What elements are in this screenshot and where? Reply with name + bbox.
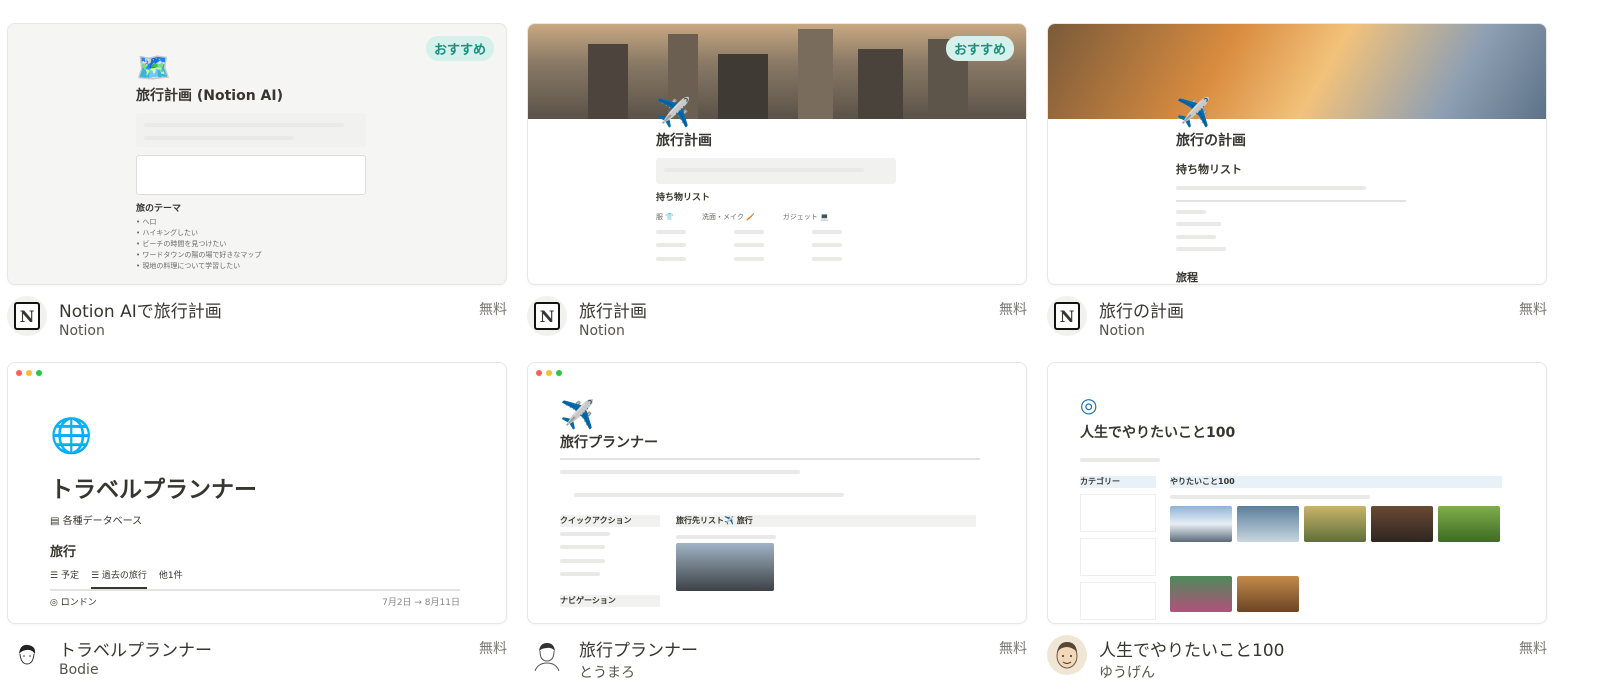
template-thumbnail[interactable]: ✈️ 旅行プランナー クイックアクション ナビゲーション 旅行先リスト✈️ 旅行 — [527, 362, 1027, 624]
preview-heading: 旅行計画 (Notion AI) — [136, 88, 283, 104]
preview-sidebar: クイックアクション ナビゲーション — [560, 515, 660, 608]
author-avatar — [527, 635, 567, 675]
template-card[interactable]: ✈️ 旅行プランナー クイックアクション ナビゲーション 旅行先リスト✈️ 旅行 — [527, 362, 1027, 692]
preview-sidebar: カテゴリー — [1080, 475, 1156, 620]
preview-callout — [656, 158, 896, 184]
template-card[interactable]: ◎ 人生でやりたいこと100 カテゴリー やりたいこと100 人生でやりたいこと… — [1047, 362, 1547, 692]
template-title[interactable]: 旅行計画 — [579, 297, 647, 322]
preview-tabs: ☰ 予定 ☰ 過去の旅行 他1件 — [50, 570, 460, 589]
preview-document: ✈️ 旅行計画 持ち物リスト 服 👕 洗面・メイク 🪥 ガジェット 💻 — [656, 99, 896, 267]
city-photo — [676, 543, 774, 591]
preview-columns: 服 👕 洗面・メイク 🪥 ガジェット 💻 — [656, 212, 829, 221]
preview-heading: トラベルプランナー — [50, 477, 257, 503]
preview-document: 🌐 トラベルプランナー ▤ 各種データベース 旅行 ☰ 予定 ☰ 過去の旅行 他… — [50, 419, 460, 610]
preview-section: 旅行 — [50, 544, 77, 560]
globe-icon: 🌐 — [50, 416, 93, 456]
template-meta: N 旅行計画 Notion 無料 — [527, 293, 1027, 353]
writing-photo — [1237, 575, 1299, 612]
template-meta: トラベルプランナー Bodie 無料 — [7, 632, 507, 692]
template-price: 無料 — [999, 302, 1027, 318]
person-sketch-icon — [534, 643, 560, 672]
preview-document: ✈️ 旅行プランナー クイックアクション ナビゲーション 旅行先リスト✈️ 旅行 — [560, 398, 980, 623]
window-controls — [16, 370, 42, 376]
preview-heading: 旅行計画 — [656, 133, 712, 149]
template-author: ゆうげん — [1099, 665, 1155, 681]
template-price: 無料 — [1519, 302, 1547, 318]
template-author: Notion — [579, 323, 625, 339]
template-card[interactable]: おすすめ 🗺️ 旅行計画 (Notion AI) 旅のテーマ • ヘ口 • ハイ… — [7, 23, 507, 353]
template-title[interactable]: 旅行の計画 — [1099, 297, 1184, 322]
preview-section: 旅のテーマ — [136, 204, 182, 214]
template-price: 無料 — [479, 641, 507, 657]
preview-document: ◎ 人生でやりたいこと100 カテゴリー やりたいこと100 — [1080, 393, 1510, 623]
template-gallery: おすすめ 🗺️ 旅行計画 (Notion AI) 旅のテーマ • ヘ口 • ハイ… — [0, 0, 1600, 688]
airplane-icon: ✈️ — [1176, 96, 1211, 129]
person-sketch-icon — [19, 644, 36, 665]
template-price: 無料 — [1519, 641, 1547, 657]
golf-photo — [1438, 505, 1500, 542]
preview-document: 🗺️ 旅行計画 (Notion AI) 旅のテーマ • ヘ口 • ハイキングした… — [136, 54, 366, 272]
airplane-wing-photo — [1237, 505, 1299, 542]
preview-gallery: やりたいこと100 — [1170, 475, 1502, 612]
template-thumbnail[interactable]: ✈️ 旅行の計画 持ち物リスト 旅程 — [1047, 23, 1547, 285]
recommended-badge: おすすめ — [945, 36, 1014, 61]
template-title[interactable]: Notion AIで旅行計画 — [59, 297, 222, 322]
template-thumbnail[interactable]: おすすめ 🗺️ 旅行計画 (Notion AI) 旅のテーマ • ヘ口 • ハイ… — [7, 23, 507, 285]
preview-block — [136, 155, 366, 195]
template-thumbnail[interactable]: ◎ 人生でやりたいこと100 カテゴリー やりたいこと100 — [1047, 362, 1547, 624]
festival-photo — [1304, 505, 1366, 542]
template-title[interactable]: 人生でやりたいこと100 — [1099, 636, 1284, 661]
template-meta: 人生でやりたいこと100 ゆうげん 無料 — [1047, 632, 1547, 692]
window-controls — [536, 370, 562, 376]
map-icon: 🗺️ — [136, 51, 171, 84]
template-author: Notion — [1099, 323, 1145, 339]
preview-heading: 旅行の計画 — [1176, 133, 1246, 149]
template-thumbnail[interactable]: 🌐 トラベルプランナー ▤ 各種データベース 旅行 ☰ 予定 ☰ 過去の旅行 他… — [7, 362, 507, 624]
airplane-icon: ✈️ — [656, 96, 691, 129]
template-card[interactable]: おすすめ ✈️ 旅行計画 持ち物リスト 服 👕 洗面・メイク 🪥 ガジェット 💻 — [527, 23, 1027, 353]
preview-row: ◎ ロンドン 7月2日 → 8月11日 — [50, 597, 460, 608]
preview-heading: 旅行プランナー — [560, 435, 658, 451]
notion-avatar: N — [1047, 296, 1087, 336]
preview-list: • ヘ口 • ハイキングしたい • ビーチの時間を見つけたい • ワードタウンの… — [136, 217, 262, 271]
template-price: 無料 — [479, 302, 507, 318]
airplane-icon: ✈️ — [560, 398, 595, 431]
preview-document: ✈️ 旅行の計画 持ち物リスト 旅程 — [1176, 96, 1416, 285]
template-author: とうまろ — [579, 665, 635, 681]
preview-board: 旅行先リスト✈️ 旅行 — [676, 515, 976, 591]
mountain-photo — [1170, 505, 1232, 542]
author-avatar — [1047, 635, 1087, 675]
template-meta: N Notion AIで旅行計画 Notion 無料 — [7, 293, 507, 353]
food-photo — [1371, 505, 1433, 542]
preview-section: 持ち物リスト — [1176, 163, 1242, 176]
template-price: 無料 — [999, 641, 1027, 657]
template-author: Bodie — [59, 662, 99, 678]
notion-logo-icon: N — [534, 302, 560, 330]
notion-logo-icon: N — [14, 302, 40, 330]
marathon-photo — [1170, 575, 1232, 612]
preview-callout — [136, 113, 366, 147]
preview-checklist — [656, 226, 896, 267]
template-title[interactable]: 旅行プランナー — [579, 636, 698, 661]
recommended-badge: おすすめ — [425, 36, 494, 61]
template-title[interactable]: トラベルプランナー — [59, 636, 212, 661]
preview-heading: 人生でやりたいこと100 — [1080, 425, 1236, 441]
template-author: Notion — [59, 323, 105, 339]
template-thumbnail[interactable]: おすすめ ✈️ 旅行計画 持ち物リスト 服 👕 洗面・メイク 🪥 ガジェット 💻 — [527, 23, 1027, 285]
notion-avatar: N — [527, 296, 567, 336]
preview-db-link: ▤ 各種データベース — [50, 515, 143, 527]
target-icon: ◎ — [1080, 393, 1098, 417]
template-meta: N 旅行の計画 Notion 無料 — [1047, 293, 1547, 353]
template-card[interactable]: 🌐 トラベルプランナー ▤ 各種データベース 旅行 ☰ 予定 ☰ 過去の旅行 他… — [7, 362, 507, 692]
preview-section: 旅程 — [1176, 271, 1198, 285]
person-face-icon — [1056, 642, 1078, 669]
template-card[interactable]: ✈️ 旅行の計画 持ち物リスト 旅程 N 旅行の計画 Notion 無料 — [1047, 23, 1547, 353]
template-meta: 旅行プランナー とうまろ 無料 — [527, 632, 1027, 692]
notion-avatar: N — [7, 296, 47, 336]
preview-section: 持ち物リスト — [656, 193, 711, 203]
notion-logo-icon: N — [1054, 302, 1080, 330]
author-avatar — [7, 635, 47, 675]
